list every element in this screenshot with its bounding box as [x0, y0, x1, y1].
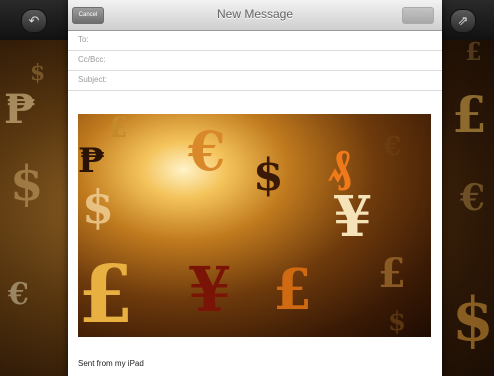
wallpaper-symbol: $	[10, 156, 44, 212]
image-symbol: £	[378, 250, 406, 297]
to-label: To:	[78, 35, 89, 44]
signature-text[interactable]: Sent from my iPad	[78, 359, 144, 368]
ccbcc-label: Cc/Bcc:	[78, 55, 106, 64]
wallpaper-symbol: €	[460, 177, 486, 219]
undo-icon[interactable]: ↶	[21, 9, 47, 33]
image-symbol: ₰	[328, 138, 351, 192]
image-symbol: $	[253, 150, 284, 201]
image-symbol: ¥	[333, 184, 372, 250]
wallpaper-symbol: £	[452, 85, 487, 144]
image-symbol: €	[383, 132, 402, 162]
to-field[interactable]: To:	[68, 30, 442, 51]
compose-sheet: Cancel New Message Send To: Cc/Bcc: Subj…	[68, 0, 442, 376]
image-symbol: £	[108, 114, 128, 144]
image-symbol: ₱	[78, 141, 105, 181]
attached-image[interactable]: ₱ $ £ € $ ₰ ¥ £ ¥ £ € £ $	[78, 114, 431, 337]
share-icon[interactable]: ⇗	[450, 9, 476, 33]
send-button[interactable]: Send	[402, 7, 434, 24]
image-symbol: £	[78, 247, 134, 337]
wallpaper-symbol: $	[452, 285, 494, 355]
subject-label: Subject:	[78, 75, 107, 84]
subject-field[interactable]: Subject:	[68, 70, 442, 91]
image-symbol: $	[388, 307, 407, 337]
ccbcc-field[interactable]: Cc/Bcc:	[68, 50, 442, 71]
image-symbol: £	[273, 257, 312, 323]
background-toolbar-left: ↶	[0, 0, 68, 40]
wallpaper-symbol: $	[30, 60, 46, 86]
wallpaper-symbol: €	[8, 277, 29, 312]
image-symbol: $	[82, 180, 115, 234]
compose-navbar: Cancel New Message Send	[68, 0, 442, 31]
wallpaper-symbol: ₱	[4, 86, 36, 133]
image-symbol: ¥	[188, 253, 232, 326]
compose-title: New Message	[216, 7, 294, 21]
image-symbol: €	[188, 119, 226, 183]
wallpaper-symbol: £	[465, 37, 482, 66]
